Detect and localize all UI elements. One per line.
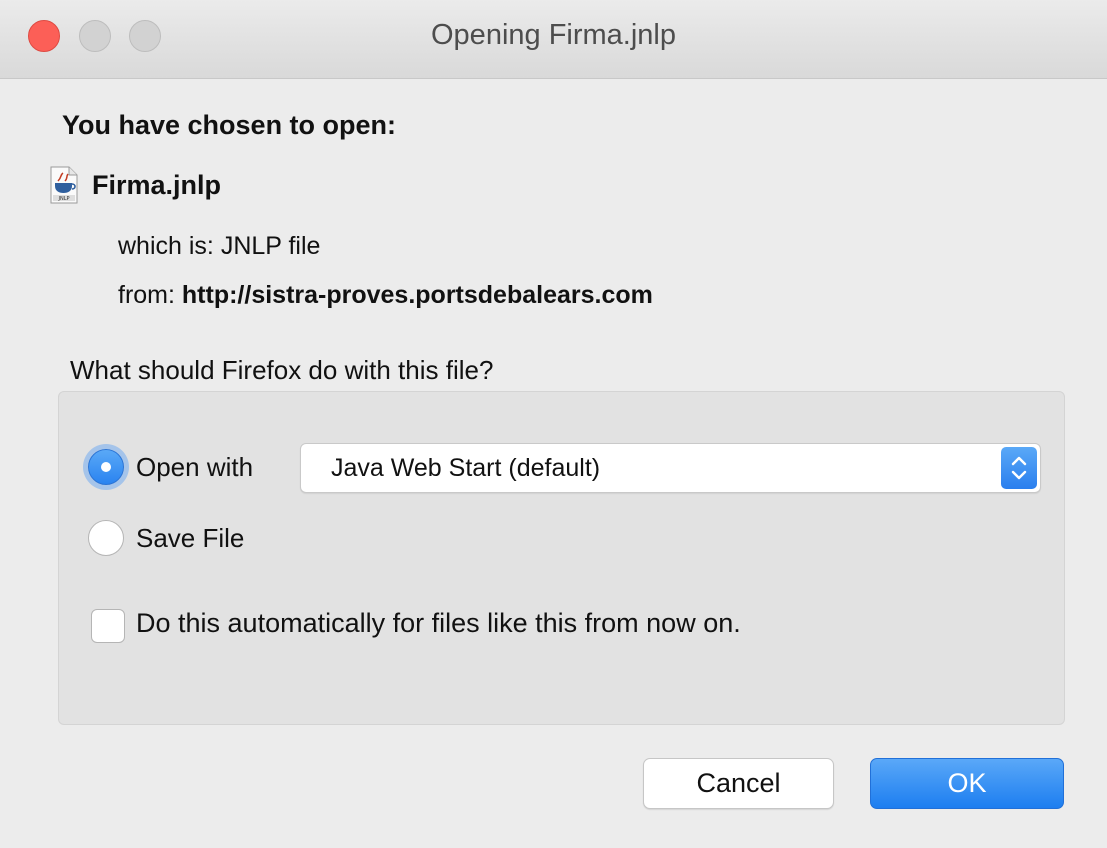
file-source-line: from: http://sistra-proves.portsdebalear… <box>118 281 653 310</box>
title-bar: Opening Firma.jnlp <box>0 0 1107 79</box>
cancel-button[interactable]: Cancel <box>643 758 834 809</box>
radio-dot <box>101 462 111 472</box>
options-panel <box>58 391 1065 725</box>
dialog-window: Opening Firma.jnlp You have chosen to op… <box>0 0 1107 848</box>
svg-text:JNLP: JNLP <box>57 196 69 202</box>
open-with-app-select[interactable]: Java Web Start (default) <box>300 443 1041 493</box>
window-title: Opening Firma.jnlp <box>431 19 676 51</box>
jnlp-file-icon: JNLP <box>48 166 80 204</box>
chevron-up-down-icon[interactable] <box>1001 447 1037 489</box>
file-type-line: which is: JNLP file <box>118 232 320 261</box>
open-with-radio[interactable] <box>88 449 124 485</box>
file-source-label: from: <box>118 281 175 309</box>
auto-action-label[interactable]: Do this automatically for files like thi… <box>136 608 741 639</box>
file-type-label: which is: <box>118 232 214 260</box>
open-with-label[interactable]: Open with <box>136 452 253 483</box>
auto-action-checkbox[interactable] <box>91 609 125 643</box>
file-name: Firma.jnlp <box>92 170 222 200</box>
dialog-heading: You have chosen to open: <box>62 110 397 140</box>
file-source-url: http://sistra-proves.portsdebalears.com <box>181 281 653 309</box>
action-question: What should Firefox do with this file? <box>70 355 494 385</box>
save-file-radio[interactable] <box>88 520 124 556</box>
ok-button[interactable]: OK <box>870 758 1064 809</box>
file-type-value: JNLP file <box>220 232 321 260</box>
selected-app-value: Java Web Start (default) <box>331 454 601 482</box>
save-file-label[interactable]: Save File <box>136 523 244 554</box>
